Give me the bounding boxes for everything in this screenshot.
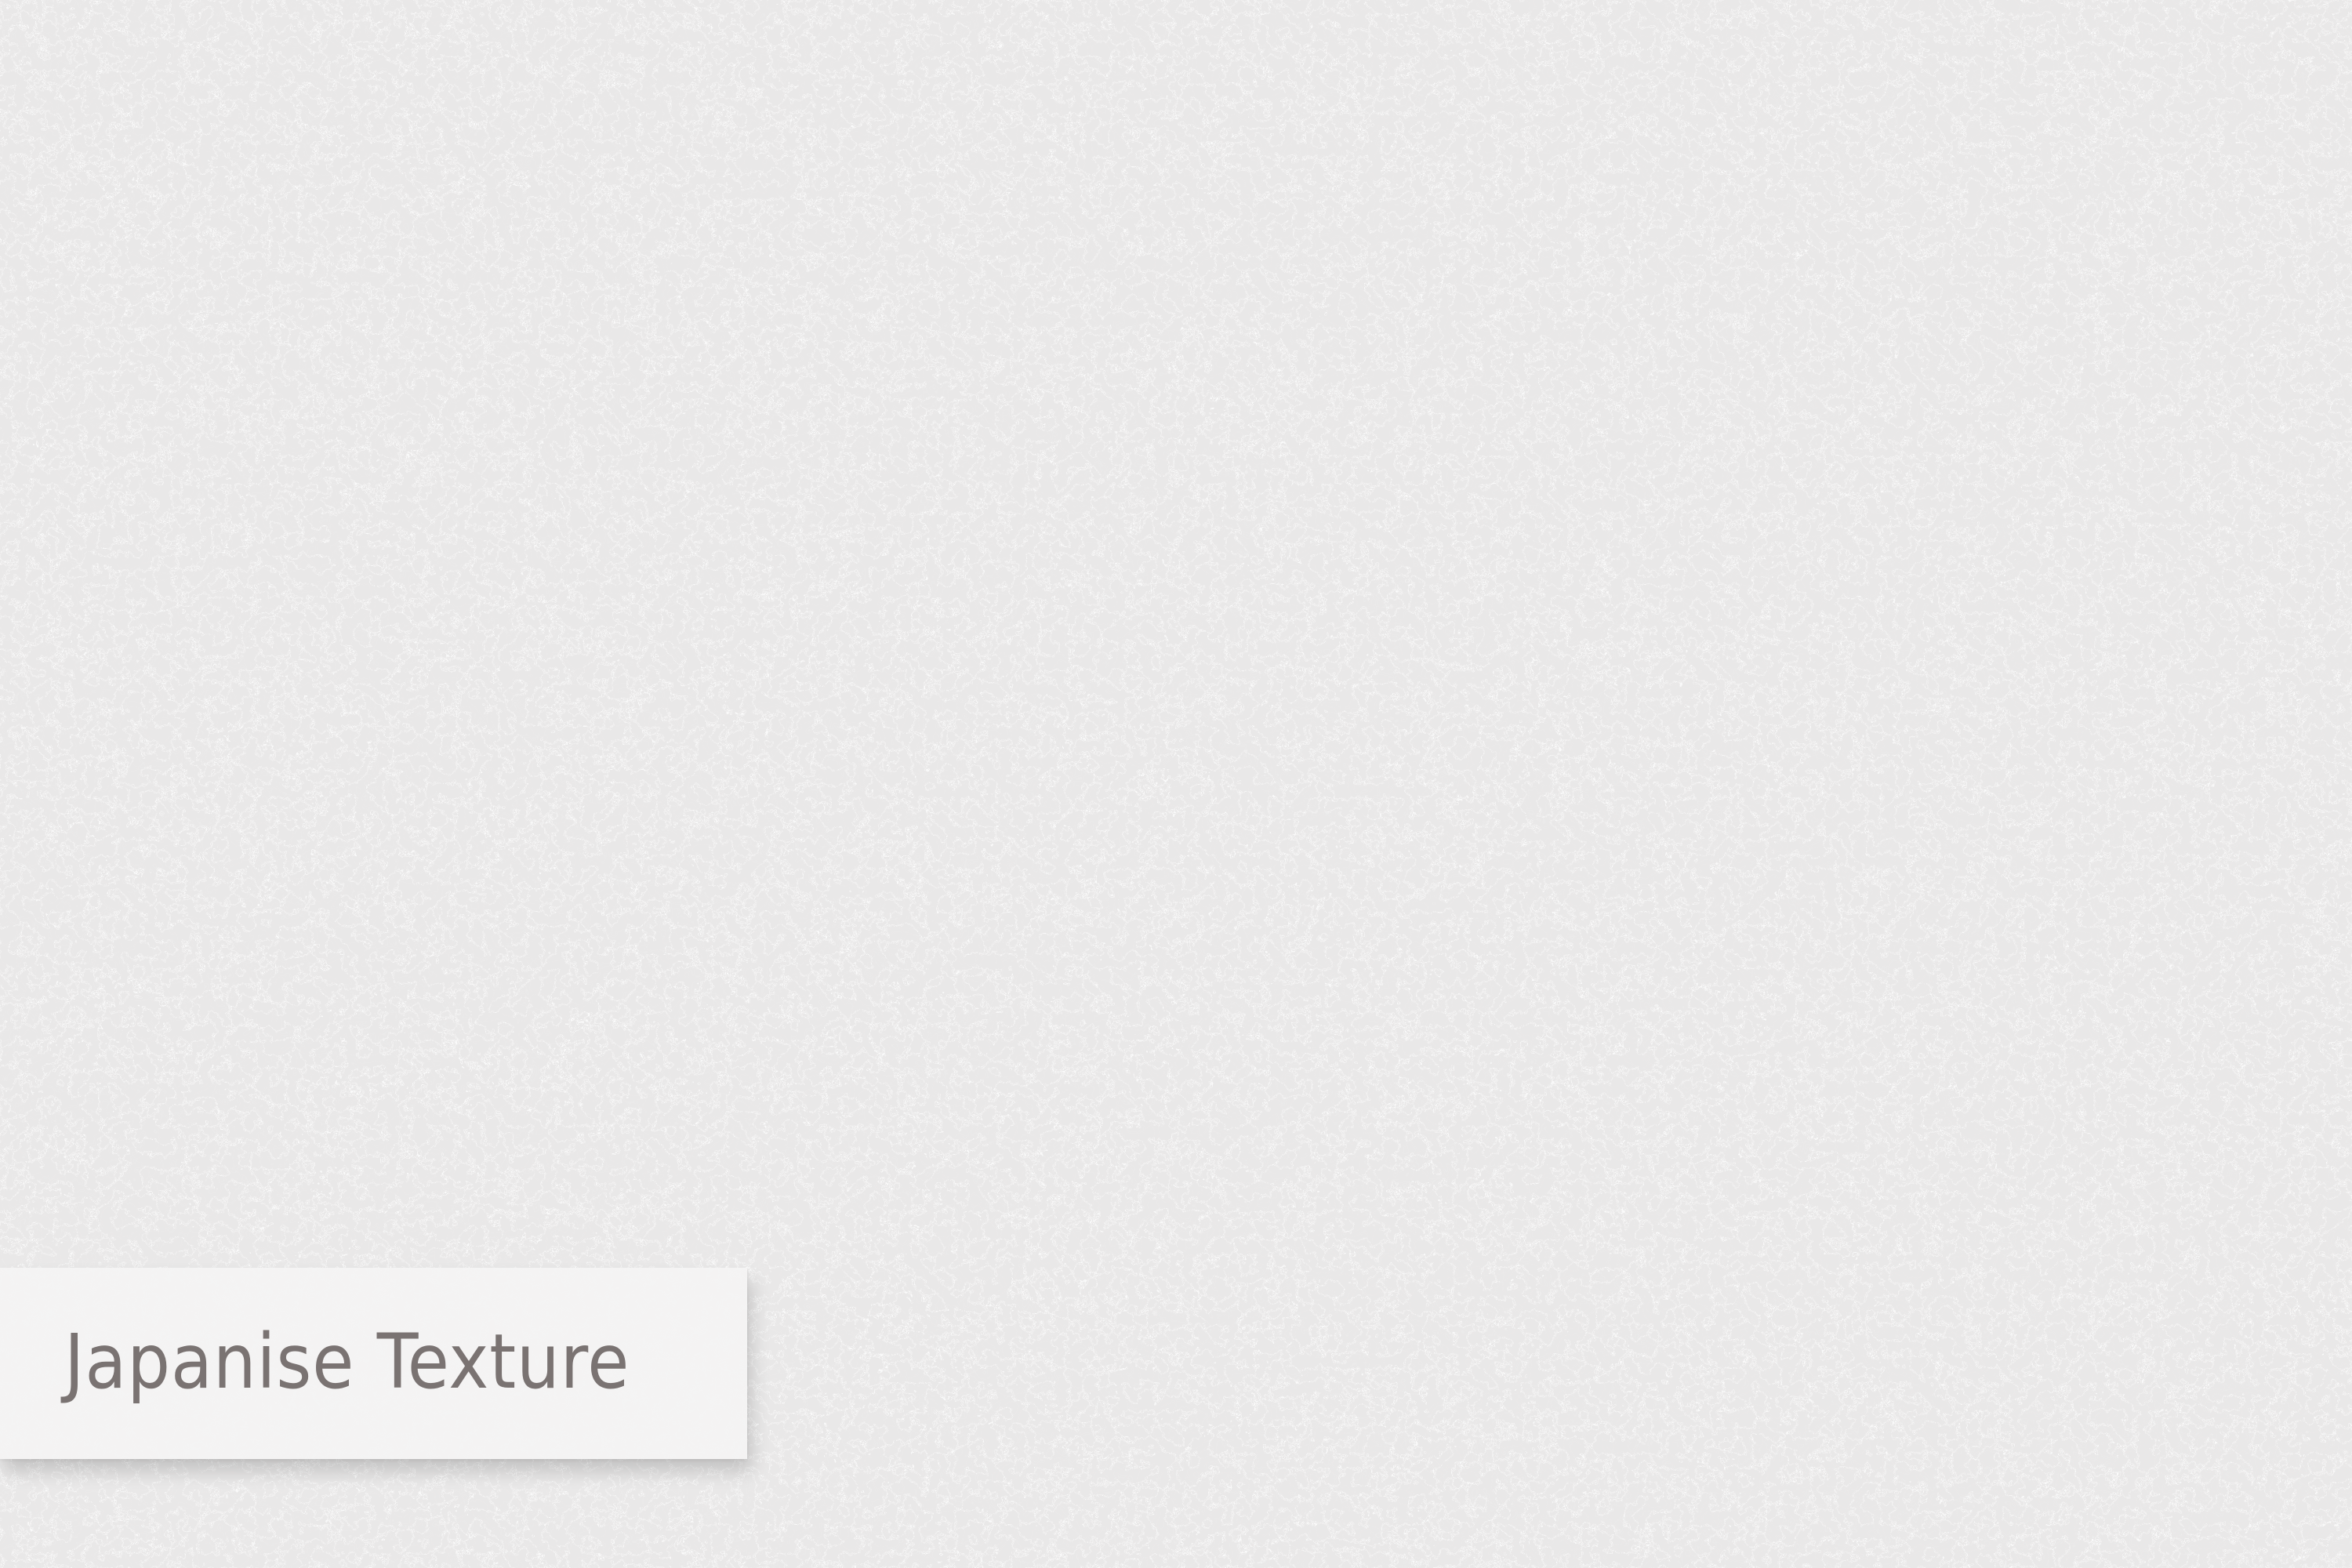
texture-page: { "background": { "pattern": "organic-ma… — [0, 0, 2352, 1568]
texture-title: Japanise Texture — [64, 1318, 630, 1406]
title-card: Japanise Texture — [0, 1268, 747, 1459]
